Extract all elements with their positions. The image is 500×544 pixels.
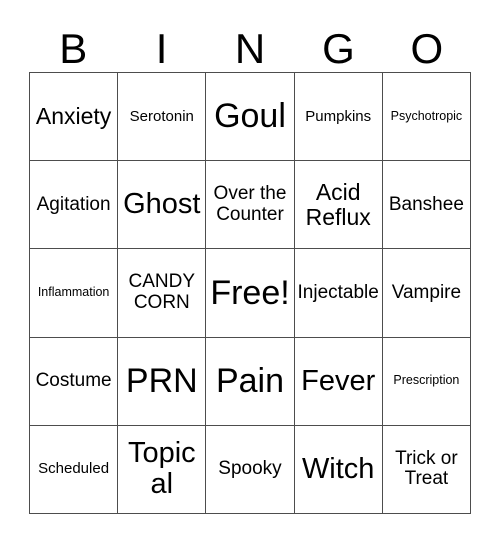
bingo-cell-label: Goul — [214, 97, 286, 136]
bingo-cell-i1[interactable]: Serotonin — [118, 73, 207, 162]
bingo-cell-o1[interactable]: Psychotropic — [382, 73, 471, 162]
bingo-header-letter-g: G — [322, 25, 355, 72]
bingo-cell-n4[interactable]: Pain — [206, 337, 295, 426]
bingo-cell-g1[interactable]: Pumpkins — [294, 73, 383, 162]
bingo-cell-label: PRN — [125, 361, 198, 400]
bingo-cell-i5[interactable]: Topical — [118, 425, 207, 514]
bingo-cell-label: Fever — [301, 364, 376, 397]
bingo-cell-label: Acid Reflux — [305, 178, 371, 230]
bingo-cell-g2[interactable]: Acid Reflux — [294, 161, 383, 250]
bingo-cell-i3[interactable]: CANDY CORN — [118, 249, 207, 338]
bingo-cell-label: Topical — [127, 437, 196, 501]
bingo-cell-label: Prescription — [393, 373, 460, 388]
bingo-card: B I N G O Anxiety Serotonin Goul Pumpkin… — [0, 0, 500, 544]
bingo-cell-label: Spooky — [218, 458, 282, 480]
bingo-header: B I N G O — [29, 14, 471, 72]
bingo-cell-o4[interactable]: Prescription — [382, 337, 471, 426]
bingo-cell-label: Trick or Treat — [395, 447, 458, 490]
bingo-cell-b4[interactable]: Costume — [30, 337, 119, 426]
bingo-cell-o3[interactable]: Vampire — [382, 249, 471, 338]
bingo-grid: Anxiety Serotonin Goul Pumpkins Psychotr… — [29, 72, 471, 514]
bingo-cell-b2[interactable]: Agitation — [30, 161, 119, 250]
bingo-cell-label: Pumpkins — [305, 107, 372, 125]
bingo-cell-label: Agitation — [36, 193, 111, 215]
bingo-cell-label: Inflammation — [37, 285, 110, 300]
bingo-header-letter-o: O — [410, 25, 444, 72]
bingo-header-letter-n: N — [234, 25, 266, 72]
bingo-cell-label: Free! — [210, 273, 290, 312]
bingo-cell-b5[interactable]: Scheduled — [30, 425, 119, 514]
bingo-cell-label: Witch — [301, 452, 375, 485]
bingo-cell-i4[interactable]: PRN — [118, 337, 207, 426]
bingo-cell-g5[interactable]: Witch — [294, 425, 383, 514]
bingo-cell-g3[interactable]: Injectable — [294, 249, 383, 338]
bingo-cell-i2[interactable]: Ghost — [118, 161, 207, 250]
bingo-cell-label: Pain — [215, 361, 285, 400]
bingo-cell-o2[interactable]: Banshee — [382, 161, 471, 250]
bingo-cell-label: Serotonin — [129, 107, 194, 125]
bingo-cell-label: Vampire — [391, 281, 462, 303]
bingo-cell-label: CANDY CORN — [128, 271, 196, 313]
bingo-cell-label: Scheduled — [38, 460, 110, 478]
bingo-header-letter-b: B — [59, 25, 88, 72]
bingo-cell-b1[interactable]: Anxiety — [30, 73, 119, 162]
bingo-cell-b3[interactable]: Inflammation — [30, 249, 119, 338]
bingo-cell-g4[interactable]: Fever — [294, 337, 383, 426]
bingo-cell-label: Anxiety — [35, 103, 112, 130]
bingo-cell-label: Costume — [35, 369, 112, 391]
bingo-cell-o5[interactable]: Trick or Treat — [382, 425, 471, 514]
bingo-cell-label: Banshee — [388, 193, 464, 215]
bingo-cell-label: Over the Counter — [213, 183, 287, 225]
bingo-cell-n2[interactable]: Over the Counter — [206, 161, 295, 250]
bingo-cell-n1[interactable]: Goul — [206, 73, 295, 162]
bingo-header-letter-i: I — [155, 25, 168, 72]
bingo-cell-label: Psychotropic — [390, 108, 463, 123]
bingo-cell-label: Ghost — [123, 188, 201, 221]
bingo-cell-label: Injectable — [297, 281, 379, 303]
bingo-cell-n5[interactable]: Spooky — [206, 425, 295, 514]
bingo-cell-free-space[interactable]: Free! — [206, 249, 295, 338]
